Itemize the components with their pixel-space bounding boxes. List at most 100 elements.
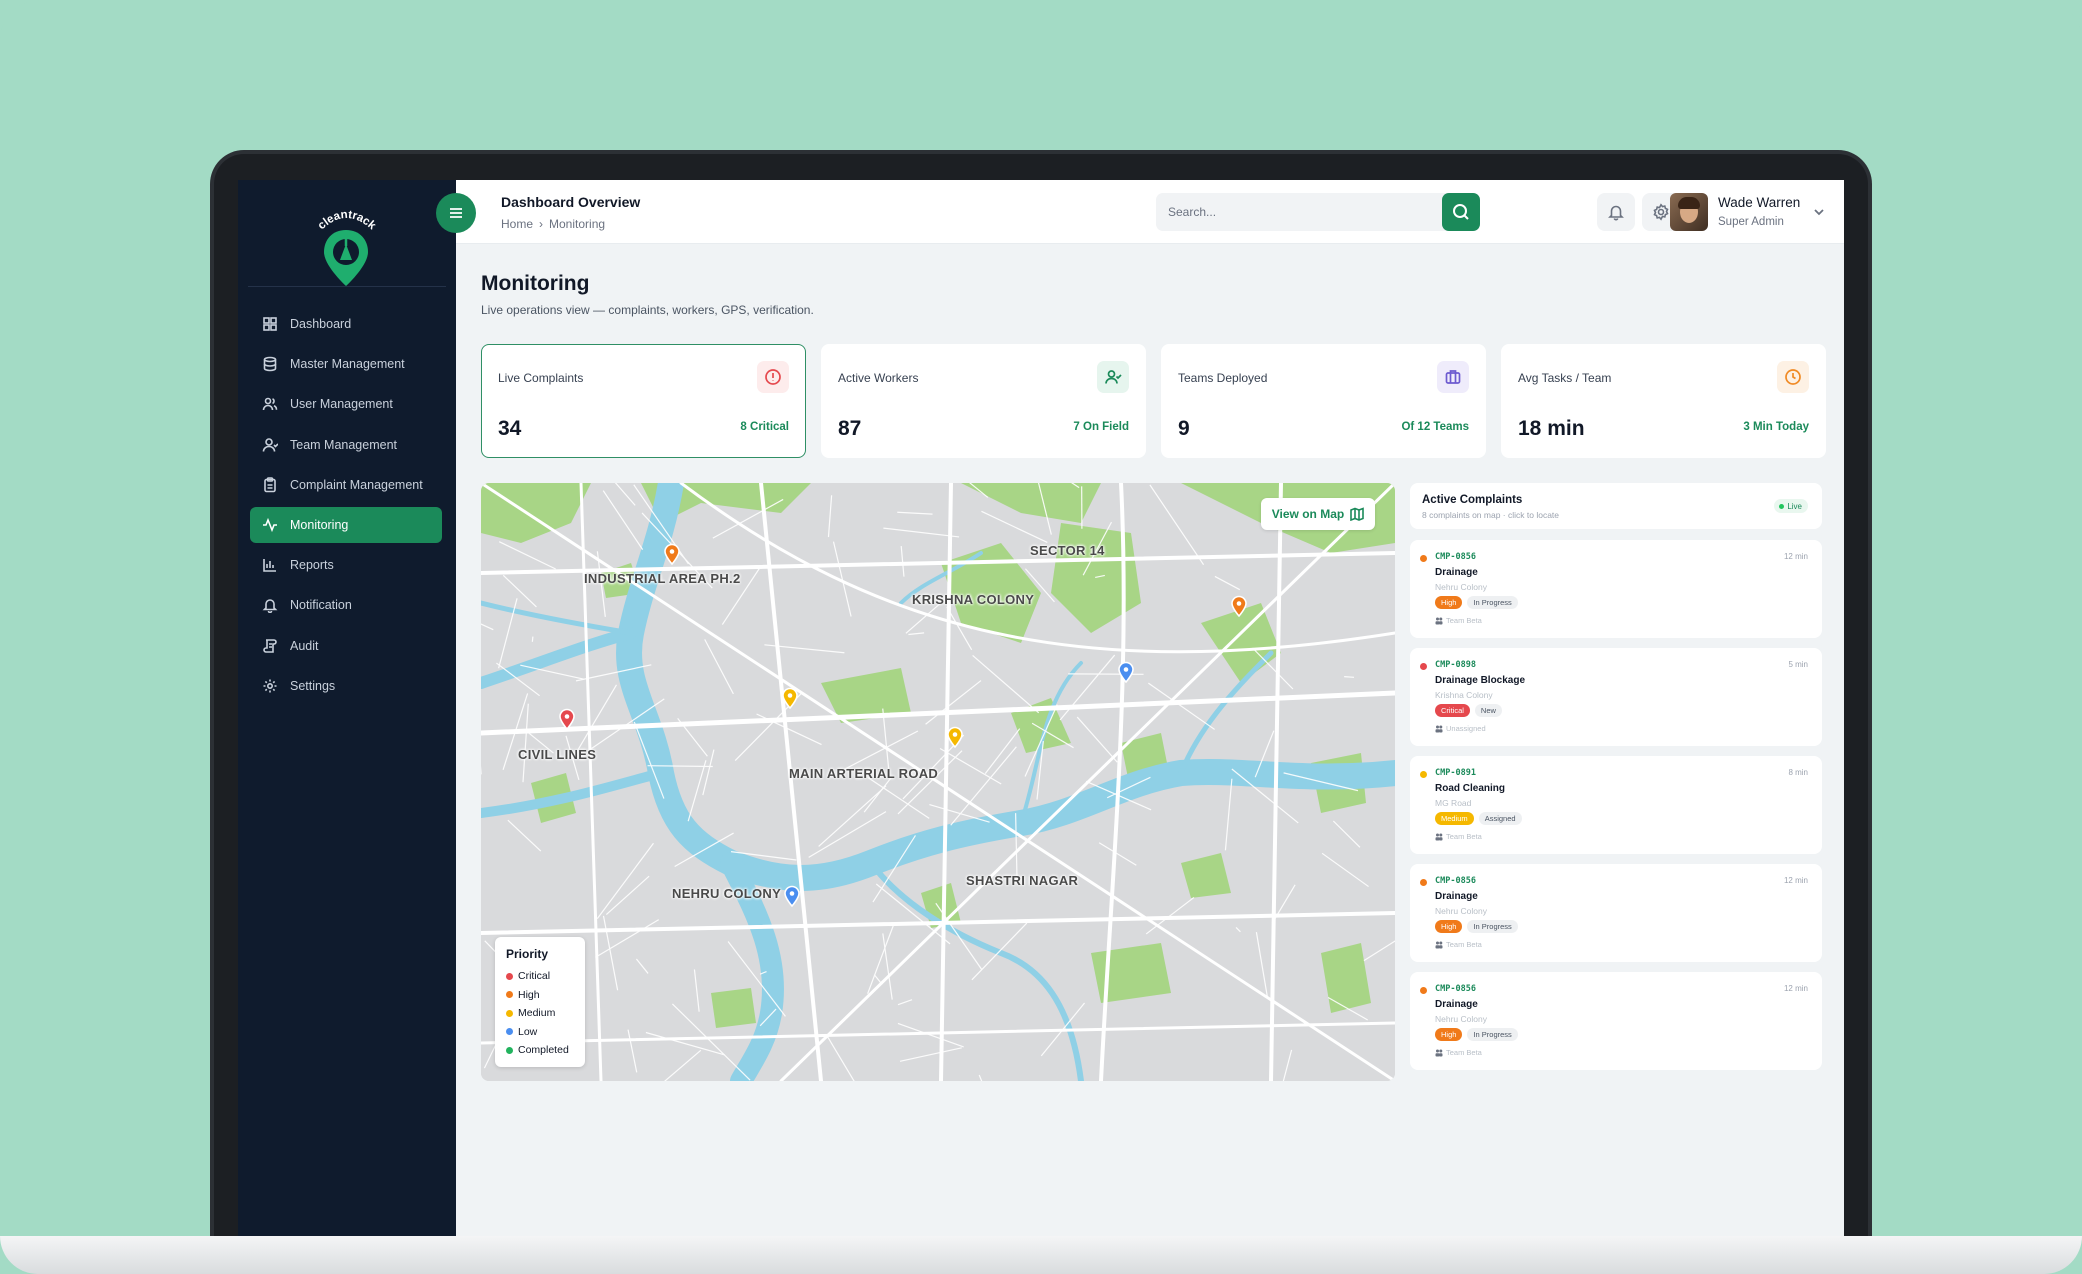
user-name[interactable]: Wade Warren <box>1718 195 1800 210</box>
header-title: Dashboard Overview <box>501 194 641 210</box>
sidebar-item-master-management[interactable]: Master Management <box>250 346 442 382</box>
complaint-card[interactable]: CMP-0856 12 min Drainage Nehru Colony High In… <box>1410 540 1822 638</box>
legend-label: Critical <box>518 970 551 983</box>
complaint-team: Team Beta <box>1435 1048 1482 1057</box>
sidebar-item-label: Notification <box>290 598 352 613</box>
activity-icon <box>262 517 278 533</box>
search-input[interactable] <box>1156 193 1436 231</box>
stat-card-avg-tasks[interactable]: Avg Tasks / Team 18 min 3 Min Today <box>1501 344 1826 458</box>
stat-value: 9 <box>1178 417 1190 440</box>
complaint-badges: High In Progress <box>1435 920 1518 933</box>
alert-circle-icon <box>757 361 789 393</box>
stat-card-teams-deployed[interactable]: Teams Deployed 9 Of 12 Teams <box>1161 344 1486 458</box>
map-pin-high[interactable] <box>663 543 681 565</box>
stat-note: 3 Min Today <box>1743 421 1809 433</box>
map-pin-medium[interactable] <box>946 726 964 748</box>
stat-card-active-workers[interactable]: Active Workers 87 7 On Field <box>821 344 1146 458</box>
priority-badge: Medium <box>1435 812 1474 825</box>
stat-value: 34 <box>498 417 522 440</box>
sidebar-item-complaint-management[interactable]: Complaint Management <box>250 467 442 503</box>
live-badge: Live <box>1774 499 1808 513</box>
search-icon <box>1453 204 1469 220</box>
map-legend: Priority Critical High Medium Low Comple… <box>495 937 585 1067</box>
sidebar-item-reports[interactable]: Reports <box>250 547 442 583</box>
hamburger-icon <box>450 208 462 218</box>
gear-icon <box>262 678 278 694</box>
complaint-location: Nehru Colony <box>1435 582 1487 592</box>
priority-badge: High <box>1435 596 1463 609</box>
complaint-card[interactable]: CMP-0898 5 min Drainage Blockage Krishna Co… <box>1410 648 1822 746</box>
clock-icon <box>1777 361 1809 393</box>
legend-item-high: High <box>506 986 585 1005</box>
menu-toggle-button[interactable] <box>436 193 476 233</box>
sidebar-item-monitoring[interactable]: Monitoring <box>250 506 442 543</box>
priority-badge: High <box>1435 1028 1463 1041</box>
legend-dot <box>506 972 513 980</box>
sidebar-divider <box>248 286 446 287</box>
complaint-card[interactable]: CMP-0891 8 min Road Cleaning MG Road Medium A… <box>1410 756 1822 854</box>
legend-item-critical: Critical <box>506 967 585 986</box>
bell-icon <box>1608 205 1624 221</box>
users-icon <box>262 396 278 412</box>
map-pin-low[interactable] <box>783 885 801 907</box>
complaint-badges: High In Progress <box>1435 1028 1518 1041</box>
team-icon <box>1435 617 1443 624</box>
search-button[interactable] <box>1442 193 1480 231</box>
status-badge: In Progress <box>1467 1028 1518 1041</box>
complaint-id: CMP-0891 <box>1435 768 1476 778</box>
laptop-base <box>0 1236 2082 1274</box>
complaint-team: Unassigned <box>1435 724 1486 733</box>
stat-label: Teams Deployed <box>1178 371 1268 385</box>
legend-dot <box>506 1009 513 1017</box>
complaint-location: Krishna Colony <box>1435 690 1493 700</box>
legend-item-medium: Medium <box>506 1004 585 1023</box>
breadcrumb-current: Monitoring <box>549 217 606 231</box>
sidebar-nav: Dashboard Master Management User Managem… <box>250 306 442 708</box>
user-check-icon <box>1097 361 1129 393</box>
sidebar-item-user-management[interactable]: User Management <box>250 386 442 422</box>
team-label: Team Beta <box>1446 940 1482 949</box>
bar-chart-icon <box>262 557 278 573</box>
sidebar-item-team-management[interactable]: Team Management <box>250 427 442 463</box>
breadcrumb-home[interactable]: Home <box>501 217 533 231</box>
notifications-button[interactable] <box>1597 193 1635 231</box>
complaint-time: 12 min <box>1783 552 1808 561</box>
map-pin-low[interactable] <box>1117 661 1135 683</box>
stat-value: 87 <box>838 417 862 440</box>
team-icon <box>1435 725 1443 732</box>
chevron-down-icon[interactable] <box>1812 205 1826 219</box>
view-on-map-button[interactable]: View on Map <box>1261 498 1375 530</box>
legend-title: Priority <box>506 947 549 961</box>
top-header: Dashboard Overview Home › Monitoring Wad… <box>436 180 1844 244</box>
clipboard-icon <box>262 476 278 493</box>
stat-card-live-complaints[interactable]: Live Complaints 34 8 Critical <box>481 344 806 458</box>
team-label: Unassigned <box>1446 724 1486 733</box>
complaint-card[interactable]: CMP-0856 12 min Drainage Nehru Colony High In… <box>1410 972 1822 1070</box>
scroll-icon <box>262 638 278 654</box>
status-badge: In Progress <box>1467 596 1518 609</box>
monitoring-map[interactable]: INDUSTRIAL AREA PH.2 SECTOR 14 KRISHNA C… <box>481 483 1395 1081</box>
cleantrack-logo[interactable]: cleantrack <box>310 200 382 290</box>
briefcase-icon <box>1437 361 1469 393</box>
stat-label: Active Workers <box>838 371 919 385</box>
avatar[interactable] <box>1670 193 1708 231</box>
map-pin-critical[interactable] <box>558 708 576 730</box>
breadcrumb-separator: › <box>539 217 544 231</box>
sidebar-item-label: Monitoring <box>290 517 349 532</box>
sidebar-item-audit[interactable]: Audit <box>250 628 442 664</box>
priority-dot <box>1420 879 1427 886</box>
map-pin-high[interactable] <box>1230 595 1248 617</box>
sidebar-item-dashboard[interactable]: Dashboard <box>250 306 442 342</box>
view-on-map-label: View on Map <box>1271 507 1345 521</box>
stat-value: 18 min <box>1518 417 1585 440</box>
map-pin-medium[interactable] <box>781 687 799 709</box>
team-label: Team Beta <box>1446 832 1482 841</box>
priority-dot <box>1420 555 1427 562</box>
sidebar: cleantrack Dashboard Master Management U… <box>238 180 456 1236</box>
stat-label: Avg Tasks / Team <box>1518 371 1612 385</box>
sidebar-item-notification[interactable]: Notification <box>250 587 442 623</box>
complaint-card[interactable]: CMP-0856 12 min Drainage Nehru Colony High In… <box>1410 864 1822 962</box>
legend-label: High <box>518 988 540 1001</box>
map-label: NEHRU COLONY <box>672 886 782 901</box>
sidebar-item-settings[interactable]: Settings <box>250 668 442 704</box>
